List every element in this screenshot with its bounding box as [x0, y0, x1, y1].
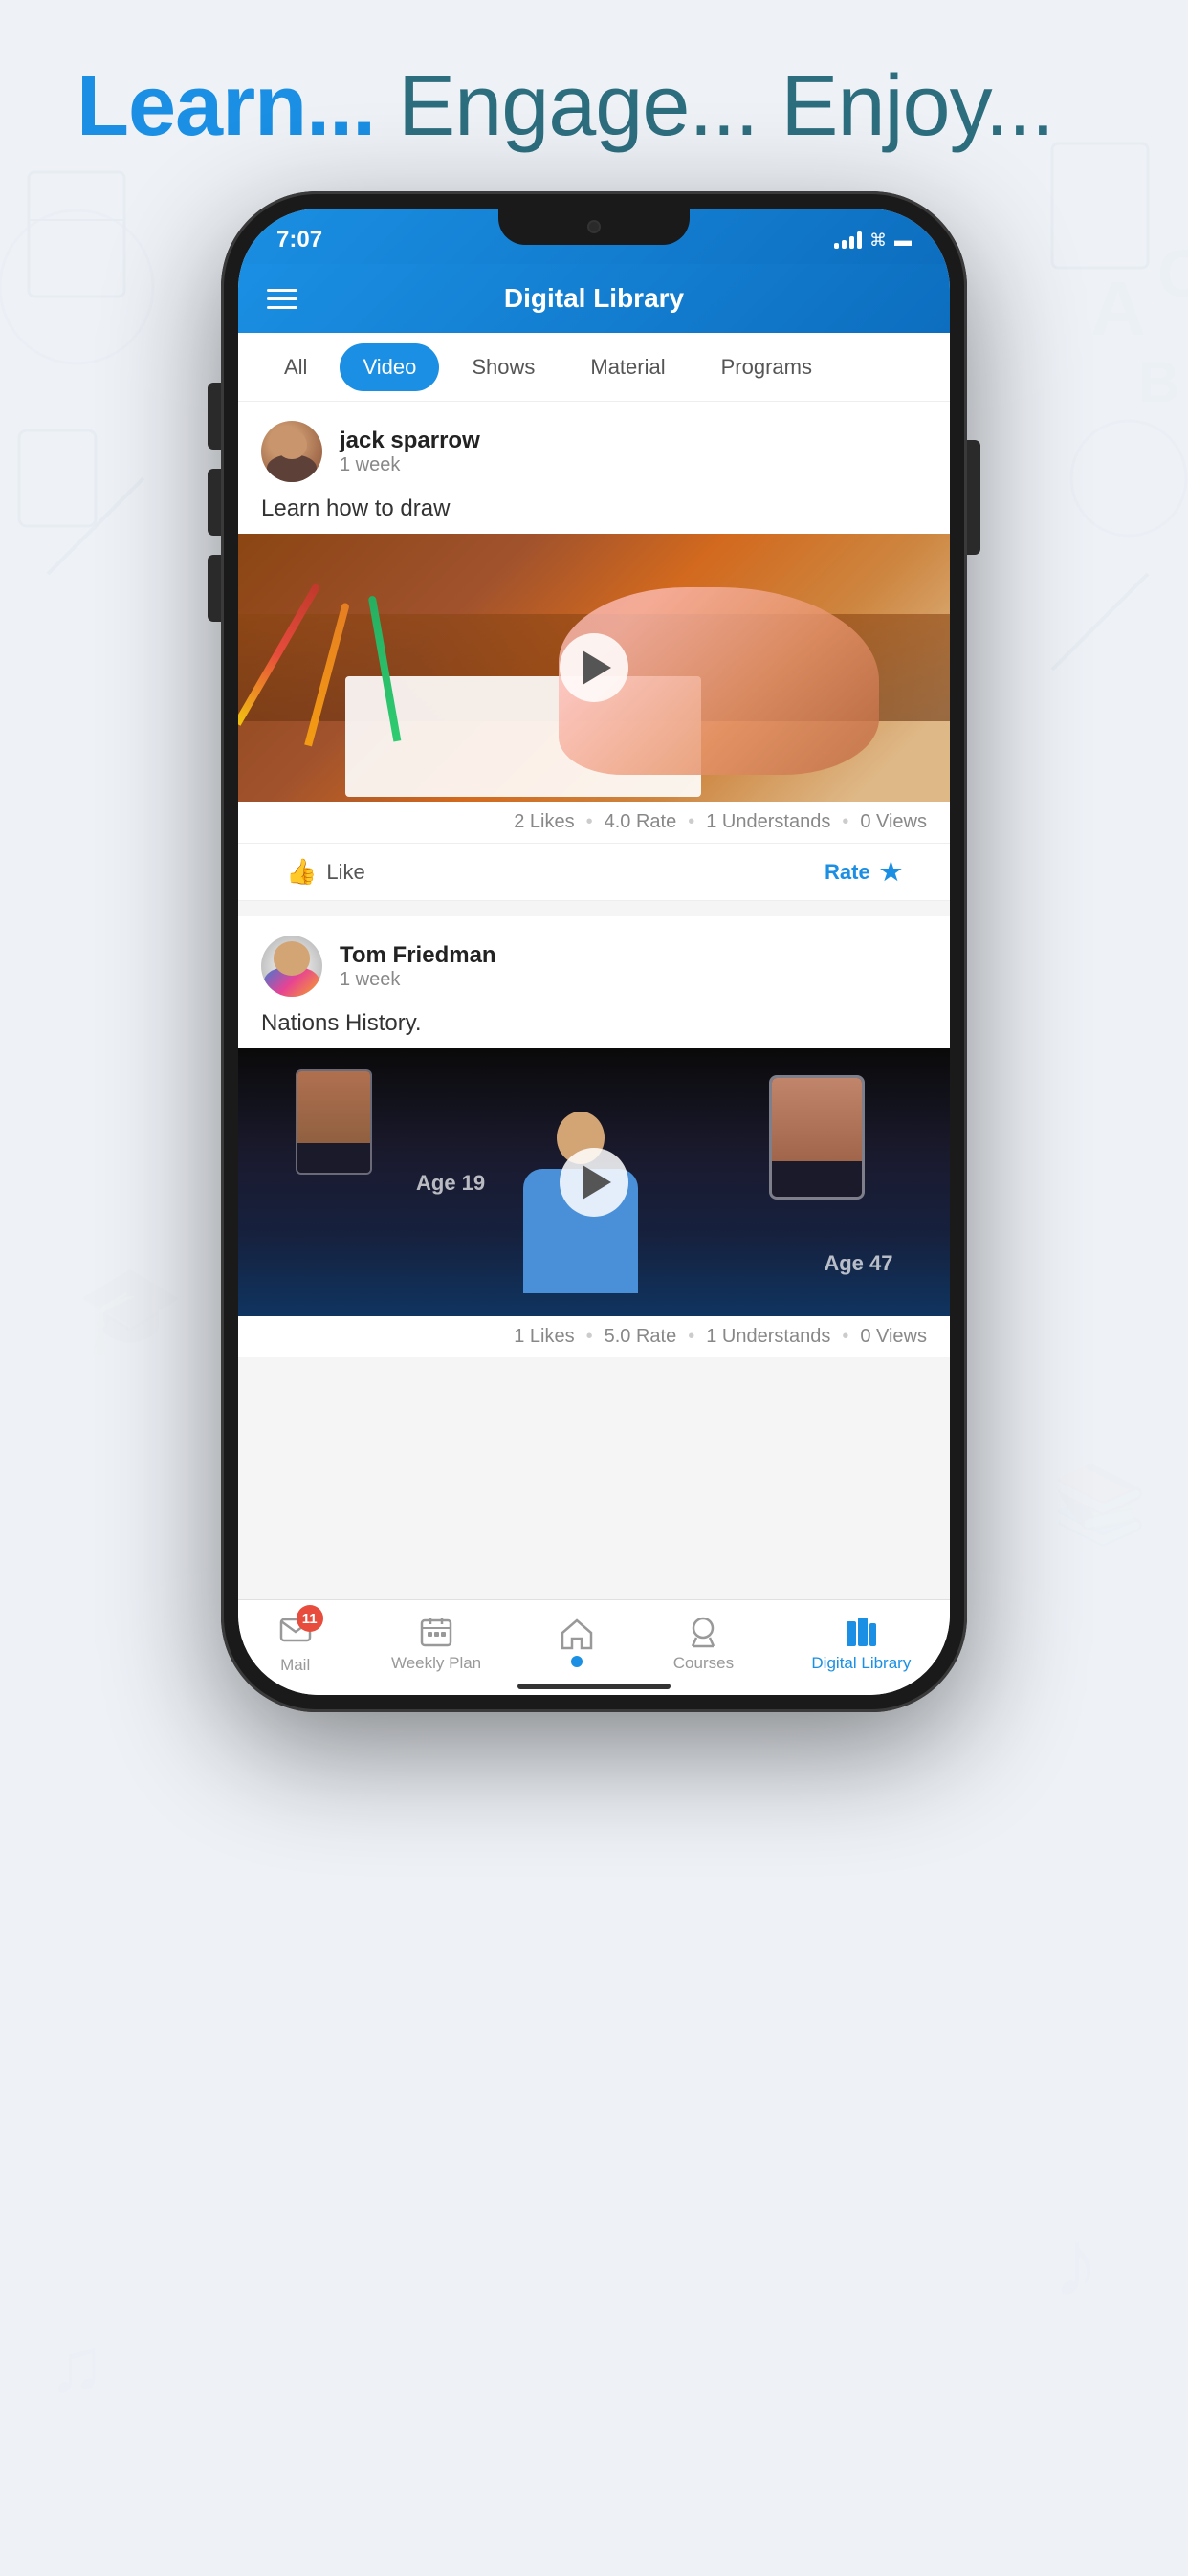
notch-camera	[587, 220, 601, 233]
phone-mockup: 7:07 ⌘ ▬ Digital Library	[221, 191, 967, 1712]
nav-courses[interactable]: Courses	[673, 1614, 734, 1673]
post-1-author: jack sparrow	[340, 428, 480, 454]
post-2-time: 1 week	[340, 969, 496, 991]
age-label-old: Age 47	[824, 1251, 892, 1276]
post-1-meta: jack sparrow 1 week	[340, 428, 480, 476]
headline-rest: Engage... Enjoy...	[375, 58, 1054, 154]
status-icons: ⌘ ▬	[834, 223, 912, 251]
portrait-left	[296, 1069, 372, 1175]
phone-notch	[498, 209, 690, 245]
battery-icon: ▬	[894, 231, 912, 251]
post-2-stats: 1 Likes • 5.0 Rate • 1 Understands • 0 V…	[238, 1316, 950, 1357]
headline-learn: Learn...	[77, 58, 375, 154]
home-dot	[571, 1656, 583, 1667]
video-thumb-1[interactable]	[238, 534, 950, 802]
library-icon	[843, 1614, 879, 1650]
like-label-1: Like	[326, 860, 364, 885]
nav-weekly-label: Weekly Plan	[391, 1654, 481, 1673]
post-2-header: Tom Friedman 1 week	[238, 916, 950, 1006]
tab-shows[interactable]: Shows	[449, 343, 558, 391]
nav-library-label: Digital Library	[811, 1654, 911, 1673]
post-1-likes: 2 Likes	[514, 811, 574, 833]
play-button-2[interactable]	[560, 1148, 628, 1217]
avatar-tom	[261, 936, 322, 997]
post-1-stats: 2 Likes • 4.0 Rate • 1 Understands • 0 V…	[238, 802, 950, 843]
post-2-views: 0 Views	[860, 1326, 927, 1348]
post-1-understands: 1 Understands	[706, 811, 830, 833]
pencil-orange	[304, 603, 350, 747]
post-2-rate: 5.0 Rate	[605, 1326, 677, 1348]
nav-courses-label: Courses	[673, 1654, 734, 1673]
post-2-title: Nations History.	[238, 1006, 950, 1048]
tab-material[interactable]: Material	[567, 343, 688, 391]
wifi-icon: ⌘	[869, 231, 887, 251]
hamburger-menu[interactable]	[267, 289, 297, 309]
post-1-header: jack sparrow 1 week	[238, 402, 950, 492]
video-thumb-2[interactable]: Age 19 Age 47	[238, 1048, 950, 1316]
svg-text:A: A	[1090, 266, 1146, 351]
thumb-icon: 👍	[286, 857, 317, 887]
signal-icon	[834, 231, 862, 249]
svg-text:📚: 📚	[1052, 1462, 1148, 1548]
svg-text:🎓: 🎓	[77, 1263, 184, 1358]
like-button-1[interactable]: 👍 Like	[286, 857, 365, 887]
nav-home[interactable]	[559, 1616, 595, 1671]
rate-button-1[interactable]: Rate ★	[825, 857, 902, 887]
phone-screen: 7:07 ⌘ ▬ Digital Library	[238, 209, 950, 1695]
courses-icon	[685, 1614, 721, 1650]
app-header: Digital Library	[238, 264, 950, 333]
post-1-title: Learn how to draw	[238, 492, 950, 534]
post-card-1: jack sparrow 1 week Learn how to draw	[238, 402, 950, 901]
nav-mail-label: Mail	[280, 1656, 310, 1675]
status-time: 7:07	[276, 219, 322, 253]
post-2-likes: 1 Likes	[514, 1326, 574, 1348]
rate-label-1: Rate	[825, 860, 870, 885]
post-1-actions: 👍 Like Rate ★	[238, 843, 950, 901]
portrait-right	[769, 1075, 865, 1200]
home-bar	[517, 1684, 671, 1689]
nav-weekly[interactable]: Weekly Plan	[391, 1614, 481, 1673]
tab-programs[interactable]: Programs	[698, 343, 835, 391]
play-triangle-2	[583, 1165, 611, 1200]
post-card-2: Tom Friedman 1 week Nations History.	[238, 916, 950, 1357]
home-icon	[559, 1616, 595, 1652]
age-label-young: Age 19	[416, 1171, 485, 1196]
bottom-nav: 11 Mail Weekly Plan	[238, 1599, 950, 1695]
phone-frame: 7:07 ⌘ ▬ Digital Library	[221, 191, 967, 1712]
app-headline: Learn... Engage... Enjoy...	[77, 57, 1054, 156]
mail-badge: 11	[297, 1605, 323, 1632]
svg-text:C: C	[1157, 236, 1188, 311]
content-area: jack sparrow 1 week Learn how to draw	[238, 402, 950, 1599]
svg-text:♫: ♫	[48, 2323, 105, 2408]
post-1-rate: 4.0 Rate	[605, 811, 677, 833]
post-1-views: 0 Views	[860, 811, 927, 833]
tab-all[interactable]: All	[261, 343, 330, 391]
nav-mail[interactable]: 11 Mail	[277, 1611, 314, 1675]
post-2-author: Tom Friedman	[340, 942, 496, 969]
svg-text:♪: ♪	[1052, 2210, 1100, 2317]
tab-video[interactable]: Video	[340, 343, 439, 391]
post-2-meta: Tom Friedman 1 week	[340, 942, 496, 991]
post-1-time: 1 week	[340, 454, 480, 476]
post-2-understands: 1 Understands	[706, 1326, 830, 1348]
play-triangle-1	[583, 650, 611, 685]
star-icon: ★	[880, 857, 902, 887]
filter-tabs: All Video Shows Material Programs	[238, 333, 950, 402]
play-button-1[interactable]	[560, 633, 628, 702]
header-title: Digital Library	[504, 283, 684, 314]
calendar-icon	[418, 1614, 454, 1650]
avatar-jack	[261, 421, 322, 482]
nav-library[interactable]: Digital Library	[811, 1614, 911, 1673]
pencil-red	[238, 583, 321, 725]
svg-text:B: B	[1138, 350, 1179, 414]
